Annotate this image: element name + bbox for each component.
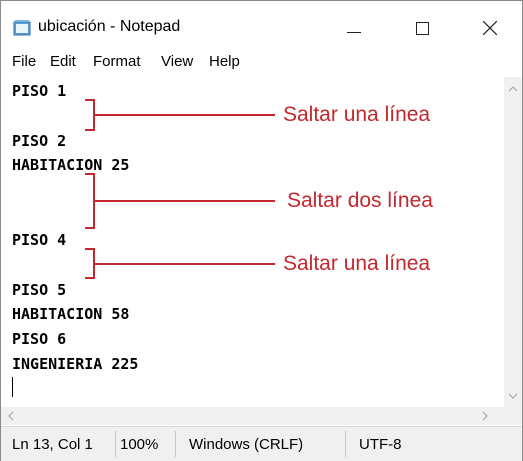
line-ending: Windows (CRLF)	[189, 436, 304, 453]
annotation-line	[95, 263, 275, 265]
close-icon	[483, 21, 497, 35]
cursor-position: Ln 13, Col 1	[12, 436, 93, 453]
annotation-label: Saltar dos línea	[287, 189, 433, 212]
vertical-scrollbar[interactable]	[504, 77, 522, 407]
menu-help[interactable]: Help	[209, 53, 240, 70]
text-editor[interactable]: PISO 1 PISO 2 HABITACION 25 PISO 4 PISO …	[1, 77, 504, 407]
notepad-window: ubicación - Notepad File Edit Format Vie…	[0, 0, 523, 461]
menu-edit[interactable]: Edit	[50, 53, 76, 70]
notepad-icon	[13, 20, 31, 36]
scroll-right-icon[interactable]	[481, 411, 489, 421]
text-line: INGENIERIA 225	[12, 355, 139, 373]
text-line: HABITACION 58	[12, 305, 130, 323]
text-line: PISO 4	[12, 231, 67, 249]
menu-file[interactable]: File	[12, 53, 36, 70]
title-bar[interactable]: ubicación - Notepad	[1, 1, 522, 45]
scroll-up-icon[interactable]	[508, 85, 518, 93]
status-divider	[345, 431, 346, 457]
annotation-bracket	[85, 248, 95, 279]
zoom-level: 100%	[120, 436, 159, 453]
annotation-line	[95, 200, 275, 202]
horizontal-scrollbar[interactable]	[1, 407, 504, 425]
maximize-icon	[416, 22, 429, 35]
annotation-bracket	[85, 99, 95, 131]
close-button[interactable]	[467, 1, 513, 45]
status-divider	[115, 431, 116, 457]
maximize-button[interactable]	[401, 1, 447, 45]
scroll-down-icon[interactable]	[508, 392, 518, 400]
annotation-label: Saltar una línea	[283, 103, 431, 126]
minimize-icon	[347, 32, 361, 33]
text-line: PISO 6	[12, 330, 67, 348]
annotation-label: Saltar una línea	[283, 252, 431, 275]
annotation-bracket	[85, 173, 95, 229]
menu-view[interactable]: View	[161, 53, 193, 70]
text-line: PISO 2	[12, 132, 67, 150]
menu-bar: File Edit Format View Help	[1, 53, 522, 75]
text-line: PISO 1	[12, 82, 67, 100]
status-bar: Ln 13, Col 1 100% Windows (CRLF) UTF-8	[1, 426, 522, 461]
encoding: UTF-8	[359, 436, 402, 453]
text-line: HABITACION 25	[12, 156, 130, 174]
text-caret	[12, 377, 13, 397]
menu-format[interactable]: Format	[93, 53, 141, 70]
minimize-button[interactable]	[331, 1, 377, 45]
scroll-left-icon[interactable]	[7, 411, 15, 421]
text-line: PISO 5	[12, 281, 67, 299]
annotation-line	[95, 114, 275, 116]
status-divider	[175, 431, 176, 457]
scrollbar-corner	[504, 407, 522, 425]
window-title: ubicación - Notepad	[38, 18, 181, 35]
